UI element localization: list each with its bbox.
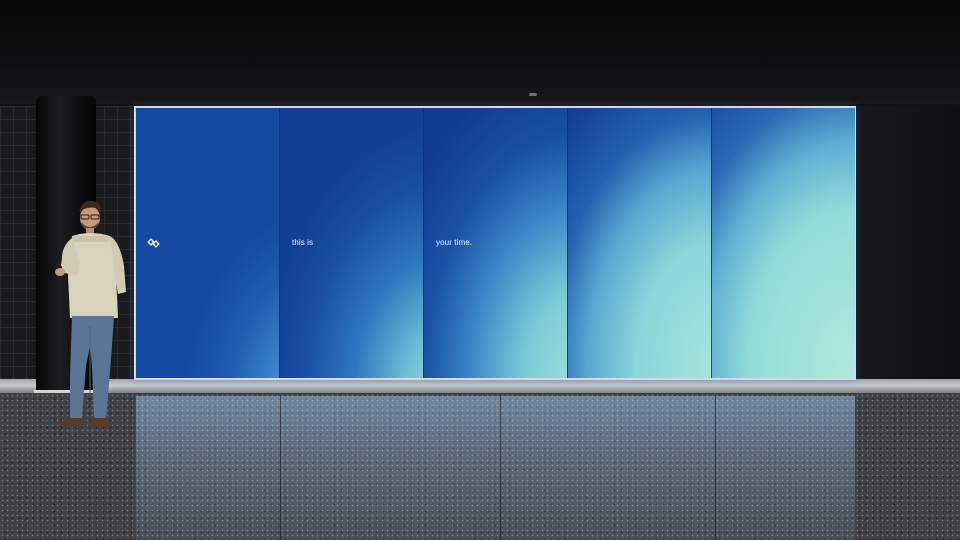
scene: this is your time. [0,0,960,540]
display-panel-1 [136,108,280,378]
display-text-your-time: your time. [436,238,473,247]
ceiling-sensor [529,93,537,96]
display-panel-4 [568,108,712,378]
digital-display: this is your time. [136,108,855,378]
floor-seam [715,396,716,540]
floor-seam [280,396,281,540]
person-icon [54,200,126,434]
ceiling [0,0,960,108]
right-wall [857,106,960,380]
display-panel-2: this is [280,108,424,378]
logo-mark-icon [147,238,160,248]
display-text-this-is: this is [292,238,314,247]
baseboard [0,379,960,393]
floor-reflection [136,396,855,540]
display-panel-3: your time. [424,108,568,378]
floor-seam [500,396,501,540]
display-panel-5 [712,108,855,378]
